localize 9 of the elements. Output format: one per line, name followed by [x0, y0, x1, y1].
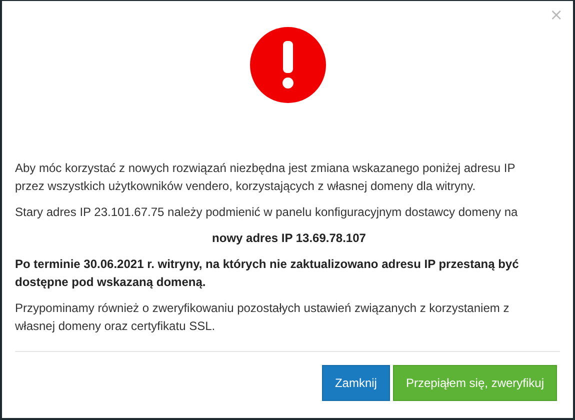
message-text: Stary adres IP 23.101.67.75 należy podmienić w panelu konfiguracyjnym dostawcy domeny na	[15, 204, 519, 221]
confirm-button[interactable]: Przepiąłem się, zweryfikuj	[392, 365, 557, 401]
warning-icon	[250, 27, 326, 103]
close-button[interactable]: ×	[550, 7, 563, 23]
message-text: Po terminie 30.06.2021 r. witryny, na których nie zaktualizowano adresu IP przestaną być dostępne pod wskazaną domeną.	[15, 256, 520, 291]
close-dialog-button[interactable]: Zamknij	[322, 365, 390, 401]
message-text: nowy adres IP 13.69.78.107	[211, 230, 367, 247]
message-text: Przypominamy również o zweryfikowaniu pozostałych ustawień związanych z korzystaniem z własnej domeny oraz certyfikatu SSL.	[15, 300, 510, 335]
message-text: Aby móc korzystać z nowych rozwiązań niezbędna jest zmiana wskazanego poniżej adresu IP przez wszystkich użytkowników vendero, korzystających z własnej domeny dla witryny.	[15, 160, 516, 195]
